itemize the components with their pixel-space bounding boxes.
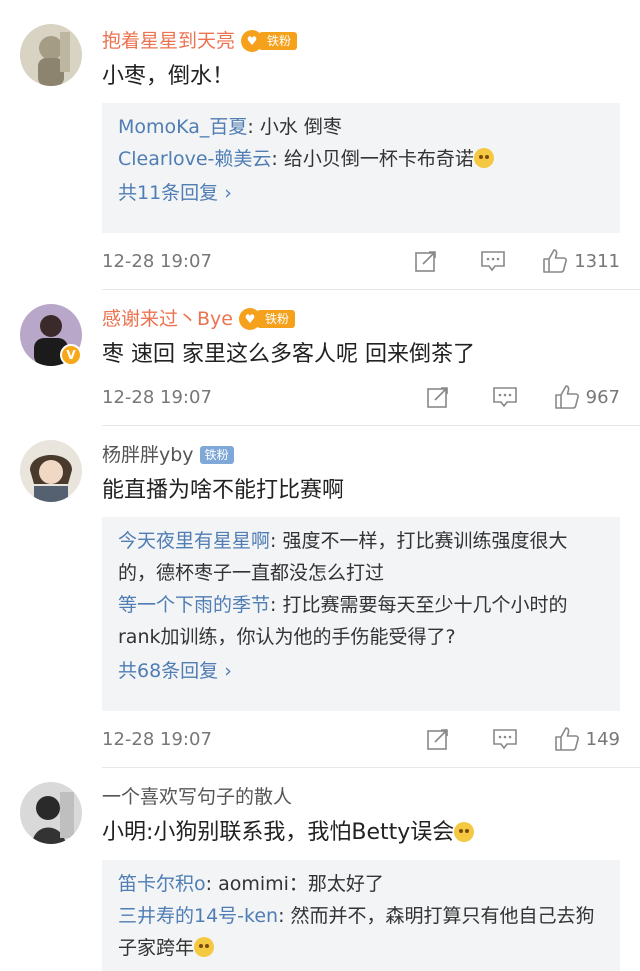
like-count: 1311: [574, 250, 620, 272]
comment-button[interactable]: [480, 249, 506, 273]
fan-badge: ♥ 铁粉: [238, 308, 295, 330]
reply-text: 给小贝倒一杯卡布奇诺: [283, 148, 474, 170]
like-button[interactable]: 149: [554, 726, 620, 752]
share-icon: [426, 729, 448, 750]
comment-icon: [492, 387, 517, 408]
like-button[interactable]: 967: [554, 384, 620, 410]
reply-user[interactable]: 笛卡尔积o: [118, 873, 206, 895]
avatar[interactable]: [20, 440, 82, 502]
divider: [102, 425, 640, 426]
reply-box[interactable]: 今天夜里有星星啊: 强度不一样，打比赛训练强度很大的，德杯枣子一直都没怎么打过 …: [102, 517, 620, 711]
comment-meta: 12-28 19:07 1311: [102, 246, 620, 276]
timestamp: 12-28 19:07: [102, 250, 212, 272]
badge-label: 铁粉: [256, 310, 295, 328]
avatar[interactable]: [20, 782, 82, 844]
username[interactable]: 感谢来过丶Bye: [102, 304, 233, 334]
doge-emoji-icon: [454, 822, 475, 842]
timestamp: 12-28 19:07: [102, 386, 212, 408]
reply-user[interactable]: MomoKa_百夏: [118, 116, 247, 138]
reply-user[interactable]: 三井寿的14号-ken: [118, 905, 278, 927]
reply-text: aomimi：那太好了: [218, 873, 384, 895]
badge-label: 铁粉: [259, 32, 298, 50]
comment-icon: [492, 729, 517, 750]
doge-emoji-icon: [194, 937, 215, 957]
reply-item[interactable]: 今天夜里有星星啊: 强度不一样，打比赛训练强度很大的，德杯枣子一直都没怎么打过: [118, 525, 604, 589]
view-more-replies[interactable]: 共11条回复 ›: [118, 177, 604, 209]
reply-box[interactable]: 笛卡尔积o: aomimi：那太好了 三井寿的14号-ken: 然而并不，森明打…: [102, 860, 620, 971]
reply-item[interactable]: 笛卡尔积o: aomimi：那太好了: [118, 868, 604, 900]
thumbs-up-icon: [543, 249, 568, 273]
fan-badge: 铁粉: [199, 444, 234, 466]
reply-user[interactable]: Clearlove-赖美云: [118, 148, 271, 170]
like-count: 967: [585, 386, 620, 408]
reply-item[interactable]: MomoKa_百夏: 小水 倒枣: [118, 111, 604, 143]
username[interactable]: 一个喜欢写句子的散人: [102, 782, 292, 812]
thumbs-up-icon: [554, 385, 579, 409]
share-button[interactable]: [426, 385, 450, 409]
reply-item[interactable]: Clearlove-赖美云: 给小贝倒一杯卡布奇诺: [118, 143, 604, 175]
reply-text: 小水 倒枣: [259, 116, 342, 138]
avatar[interactable]: [20, 24, 82, 86]
fan-badge: ♥ 铁粉: [241, 30, 298, 52]
view-more-replies[interactable]: 共68条回复 ›: [118, 655, 604, 687]
heart-icon: ♥: [238, 308, 261, 330]
username[interactable]: 抱着星星到天亮: [102, 26, 235, 56]
comment-text-body: 小明:小狗别联系我，我怕Betty误会: [102, 820, 455, 845]
share-icon: [426, 387, 448, 408]
thumbs-up-icon: [554, 727, 579, 751]
verified-icon: V: [60, 344, 82, 366]
like-button[interactable]: 1311: [542, 248, 620, 274]
comment-button[interactable]: [492, 385, 518, 409]
comment-text: 能直播为啥不能打比赛啊: [102, 478, 345, 503]
doge-emoji-icon: [473, 148, 494, 168]
comment-text: 小枣，倒水！: [102, 64, 235, 89]
divider: [102, 289, 640, 290]
share-button[interactable]: [426, 727, 450, 751]
heart-icon: ♥: [241, 30, 264, 52]
comment-meta: 12-28 19:07 967: [102, 382, 620, 412]
share-button[interactable]: [414, 249, 438, 273]
comment-text: 小明:小狗别联系我，我怕Betty误会: [102, 816, 620, 850]
badge-label: 铁粉: [199, 446, 234, 464]
comment-button[interactable]: [492, 727, 518, 751]
divider: [102, 767, 640, 768]
reply-item[interactable]: 等一个下雨的季节: 打比赛需要每天至少十几个小时的rank加训练，你认为他的手伤…: [118, 589, 604, 653]
reply-box[interactable]: MomoKa_百夏: 小水 倒枣 Clearlove-赖美云: 给小贝倒一杯卡布…: [102, 103, 620, 233]
comment-icon: [481, 251, 505, 272]
reply-item[interactable]: 三井寿的14号-ken: 然而并不，森明打算只有他自己去狗子家跨年: [118, 900, 604, 964]
username[interactable]: 杨胖胖yby: [102, 440, 194, 470]
comment-meta: 12-28 19:07 149: [102, 724, 620, 754]
like-count: 149: [585, 728, 620, 750]
share-icon: [415, 251, 436, 272]
comment-text: 枣 速回 家里这么多客人呢 回来倒茶了: [102, 342, 475, 367]
timestamp: 12-28 19:07: [102, 728, 212, 750]
reply-user[interactable]: 今天夜里有星星啊: [118, 530, 270, 552]
reply-user[interactable]: 等一个下雨的季节: [118, 594, 270, 616]
